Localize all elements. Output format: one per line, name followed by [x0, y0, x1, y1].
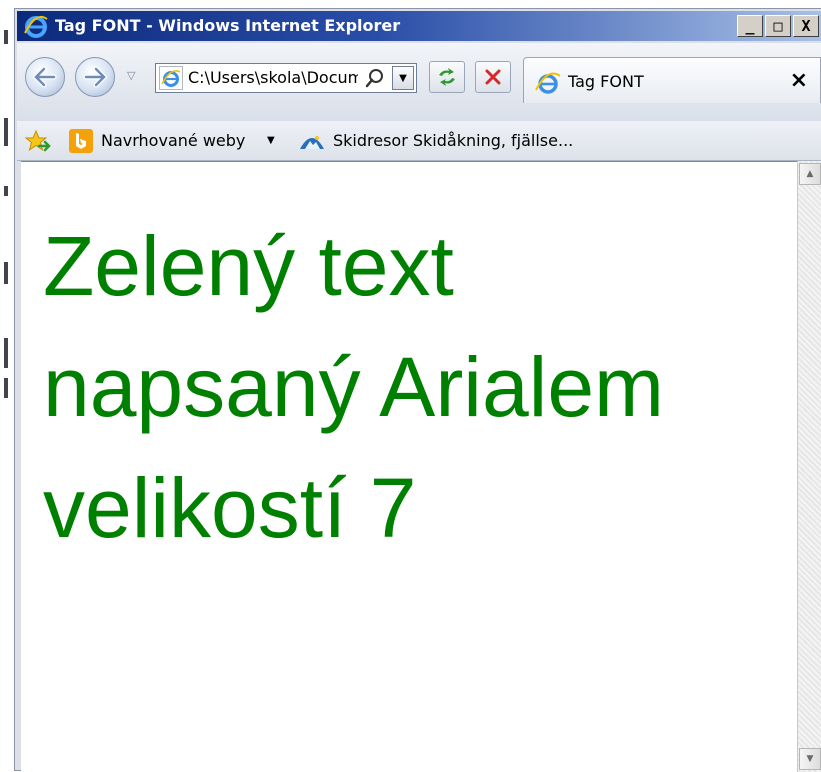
scroll-up-arrow-icon: ▲	[806, 169, 814, 179]
favorite-skidresor[interactable]: Skidresor Skidåkning, fjällse...	[333, 131, 573, 151]
ie-logo-icon	[24, 15, 48, 38]
recent-pages-dropdown-icon[interactable]: ▽	[127, 69, 135, 82]
address-bar[interactable]: C:\Users\skola\Documents\font.html ▼	[155, 63, 417, 93]
vertical-scrollbar[interactable]: ▲ ▼	[797, 161, 821, 772]
back-button[interactable]	[25, 57, 65, 97]
window-title: Tag FONT - Windows Internet Explorer	[55, 16, 401, 35]
tab-tag-font[interactable]: Tag FONT ×	[523, 57, 821, 103]
bing-logo-icon	[76, 133, 86, 149]
refresh-icon	[439, 68, 455, 86]
ie-tab-icon	[535, 72, 561, 94]
background-mark	[4, 338, 8, 368]
close-button[interactable]: X	[793, 15, 819, 37]
chevron-down-icon: ▼	[399, 72, 407, 84]
title-bar[interactable]: Tag FONT - Windows Internet Explorer _ □…	[17, 11, 821, 41]
scroll-up-button[interactable]: ▲	[799, 163, 821, 185]
tab-close-button[interactable]: ×	[790, 68, 808, 93]
forward-button[interactable]	[75, 57, 115, 97]
background-mark	[4, 118, 8, 146]
page-content: Zelený text napsaný Arialem velikostí 7	[21, 161, 797, 772]
skidresor-site-icon	[300, 136, 324, 149]
forward-arrow-icon	[83, 66, 108, 88]
bing-icon	[69, 129, 93, 153]
scroll-down-arrow-icon: ▼	[806, 754, 814, 764]
browser-window: Tag FONT - Windows Internet Explorer _ □…	[14, 8, 821, 772]
back-arrow-icon	[32, 66, 57, 88]
green-arial-text: Zelený text napsaný Arialem velikostí 7	[43, 219, 665, 555]
background-mark	[4, 30, 8, 44]
background-mark	[4, 262, 8, 284]
stop-icon	[485, 69, 501, 85]
address-dropdown-button[interactable]: ▼	[392, 66, 414, 90]
chevron-down-icon[interactable]: ▼	[267, 135, 275, 146]
maximize-button[interactable]: □	[765, 15, 791, 37]
scroll-down-button[interactable]: ▼	[799, 748, 821, 770]
minimize-button[interactable]: _	[737, 15, 763, 37]
tab-label: Tag FONT	[568, 72, 644, 91]
page-icon	[159, 66, 183, 90]
favorite-navrhovane-weby[interactable]: Navrhované weby	[101, 131, 245, 151]
favorites-star-icon[interactable]	[25, 129, 51, 155]
address-input[interactable]: C:\Users\skola\Documents\font.html	[188, 68, 358, 88]
refresh-button[interactable]	[429, 61, 465, 93]
background-mark	[4, 378, 8, 398]
navigation-bar: ▽ C:\Users\skola\Documents\font.html ▼	[17, 43, 821, 121]
favorites-bar: Navrhované weby ▼ Skidresor Skidåkning, …	[17, 121, 821, 161]
search-icon[interactable]	[364, 67, 386, 89]
ie-page-icon	[161, 70, 181, 87]
stop-button[interactable]	[475, 61, 511, 93]
background-mark	[4, 186, 8, 196]
